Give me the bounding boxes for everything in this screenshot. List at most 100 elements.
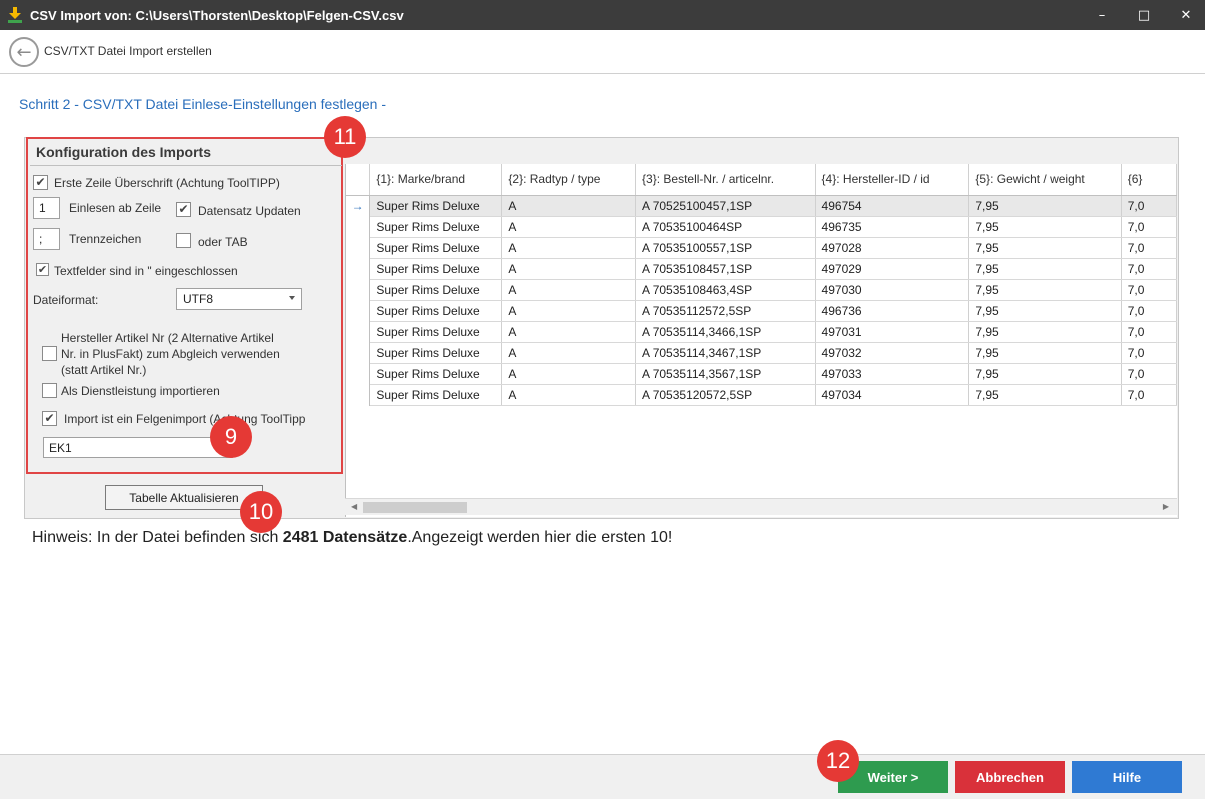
scrollbar-thumb[interactable]	[363, 502, 467, 513]
start-row-input[interactable]: 1	[33, 197, 60, 219]
column-header[interactable]: {6}	[1121, 164, 1177, 196]
table-cell[interactable]: 7,95	[968, 216, 1122, 238]
table-cell[interactable]: Super Rims Deluxe	[369, 342, 503, 364]
table-cell[interactable]: A 70535100557,1SP	[635, 237, 816, 259]
back-button[interactable]: ←	[9, 37, 39, 67]
help-button[interactable]: Hilfe	[1072, 761, 1182, 793]
table-row[interactable]: → Super Rims Deluxe A A 70525100457,1SP 4967…	[346, 195, 1177, 217]
manufacturer-article-checkbox[interactable]	[42, 346, 57, 361]
table-cell[interactable]: Super Rims Deluxe	[369, 321, 503, 343]
table-cell[interactable]: A	[501, 279, 637, 301]
table-cell[interactable]: A	[501, 258, 637, 280]
file-format-select[interactable]: UTF8	[176, 288, 302, 310]
close-button[interactable]: ✕	[1163, 0, 1205, 30]
table-cell[interactable]: 7,95	[968, 363, 1122, 385]
table-row[interactable]: Super Rims Deluxe A A 70535114,3567,1SP 497…	[346, 363, 1177, 385]
table-cell[interactable]: A	[501, 216, 637, 238]
table-cell[interactable]: A	[501, 237, 637, 259]
table-cell[interactable]: A 70535114,3466,1SP	[635, 321, 816, 343]
table-cell[interactable]: 7,95	[968, 384, 1122, 406]
table-cell[interactable]: A	[501, 321, 637, 343]
table-cell[interactable]: 7,0	[1121, 216, 1177, 238]
table-cell[interactable]: 497034	[815, 384, 970, 406]
table-row[interactable]: Super Rims Deluxe A A 70535114,3466,1SP 497…	[346, 321, 1177, 343]
table-cell[interactable]: Super Rims Deluxe	[369, 363, 503, 385]
table-row[interactable]: Super Rims Deluxe A A 70535120572,5SP 49703…	[346, 384, 1177, 406]
table-cell[interactable]: 7,95	[968, 342, 1122, 364]
first-row-header-checkbox[interactable]: ✔	[33, 175, 48, 190]
table-cell[interactable]: A	[501, 363, 637, 385]
table-cell[interactable]: A	[501, 384, 637, 406]
table-cell[interactable]: 7,95	[968, 300, 1122, 322]
scroll-left-icon[interactable]: ◀	[351, 502, 357, 511]
table-cell[interactable]: 7,0	[1121, 342, 1177, 364]
table-cell[interactable]: 497030	[815, 279, 970, 301]
table-cell[interactable]: 7,95	[968, 321, 1122, 343]
as-service-checkbox[interactable]	[42, 383, 57, 398]
table-cell[interactable]: 497029	[815, 258, 970, 280]
update-records-checkbox[interactable]: ✔	[176, 202, 191, 217]
maximize-button[interactable]: □	[1121, 0, 1167, 30]
table-cell[interactable]: 7,95	[968, 195, 1122, 217]
table-cell[interactable]: 7,0	[1121, 258, 1177, 280]
column-header[interactable]: {2}: Radtyp / type	[501, 164, 637, 196]
or-tab-checkbox[interactable]	[176, 233, 191, 248]
table-cell[interactable]: A 70525100457,1SP	[635, 195, 816, 217]
table-cell[interactable]: A	[501, 300, 637, 322]
table-cell[interactable]: 7,0	[1121, 321, 1177, 343]
price-field-input[interactable]: EK1	[43, 437, 233, 458]
table-row[interactable]: Super Rims Deluxe A A 70535100557,1SP 49702…	[346, 237, 1177, 259]
table-cell[interactable]: 7,0	[1121, 237, 1177, 259]
table-cell[interactable]: A 70535114,3567,1SP	[635, 363, 816, 385]
table-cell[interactable]: 7,0	[1121, 195, 1177, 217]
column-header[interactable]: {5}: Gewicht / weight	[968, 164, 1122, 196]
table-cell[interactable]: Super Rims Deluxe	[369, 279, 503, 301]
table-cell[interactable]: 7,0	[1121, 384, 1177, 406]
table-cell[interactable]: 7,95	[968, 279, 1122, 301]
column-header[interactable]: {1}: Marke/brand	[369, 164, 503, 196]
table-cell[interactable]: Super Rims Deluxe	[369, 237, 503, 259]
table-cell[interactable]: 497033	[815, 363, 970, 385]
horizontal-scrollbar[interactable]: ◀ ▶	[345, 498, 1177, 515]
table-cell[interactable]: Super Rims Deluxe	[369, 258, 503, 280]
column-header[interactable]: {3}: Bestell-Nr. / articelnr.	[635, 164, 816, 196]
table-cell[interactable]: 496736	[815, 300, 970, 322]
column-header[interactable]: {4}: Hersteller-ID / id	[815, 164, 970, 196]
table-cell[interactable]: Super Rims Deluxe	[369, 216, 503, 238]
table-cell[interactable]: 496735	[815, 216, 970, 238]
table-cell[interactable]: 7,0	[1121, 363, 1177, 385]
table-cell[interactable]: 7,0	[1121, 300, 1177, 322]
table-cell[interactable]: A 70535100464SP	[635, 216, 816, 238]
table-cell[interactable]: Super Rims Deluxe	[369, 300, 503, 322]
table-cell[interactable]: Super Rims Deluxe	[369, 384, 503, 406]
table-row[interactable]: Super Rims Deluxe A A 70535108457,1SP 49702…	[346, 258, 1177, 280]
or-tab-label: oder TAB	[198, 235, 248, 249]
minimize-button[interactable]: –	[1079, 0, 1125, 30]
scroll-right-icon[interactable]: ▶	[1163, 502, 1169, 511]
table-cell[interactable]: 496754	[815, 195, 970, 217]
table-cell[interactable]: 497031	[815, 321, 970, 343]
separator-input[interactable]: ;	[33, 228, 60, 250]
text-quoted-checkbox[interactable]: ✔	[36, 263, 49, 276]
table-cell[interactable]: A 70535112572,5SP	[635, 300, 816, 322]
table-cell[interactable]: A 70535108457,1SP	[635, 258, 816, 280]
table-row[interactable]: Super Rims Deluxe A A 70535108463,4SP 49703…	[346, 279, 1177, 301]
refresh-table-button[interactable]: Tabelle Aktualisieren	[105, 485, 263, 510]
rim-import-checkbox[interactable]: ✔	[42, 411, 57, 426]
table-cell[interactable]: 7,95	[968, 237, 1122, 259]
table-cell[interactable]: A 70535114,3467,1SP	[635, 342, 816, 364]
table-row[interactable]: Super Rims Deluxe A A 70535114,3467,1SP 497…	[346, 342, 1177, 364]
table-row[interactable]: Super Rims Deluxe A A 70535112572,5SP 49673…	[346, 300, 1177, 322]
table-cell[interactable]: Super Rims Deluxe	[369, 195, 503, 217]
table-cell[interactable]: A	[501, 195, 637, 217]
table-cell[interactable]: A 70535108463,4SP	[635, 279, 816, 301]
table-cell[interactable]: 7,95	[968, 258, 1122, 280]
cancel-button[interactable]: Abbrechen	[955, 761, 1065, 793]
table-cell[interactable]: 497028	[815, 237, 970, 259]
table-cell[interactable]: 497032	[815, 342, 970, 364]
download-icon	[8, 7, 22, 23]
table-cell[interactable]: A	[501, 342, 637, 364]
table-row[interactable]: Super Rims Deluxe A A 70535100464SP 496735 7…	[346, 216, 1177, 238]
table-cell[interactable]: A 70535120572,5SP	[635, 384, 816, 406]
table-cell[interactable]: 7,0	[1121, 279, 1177, 301]
